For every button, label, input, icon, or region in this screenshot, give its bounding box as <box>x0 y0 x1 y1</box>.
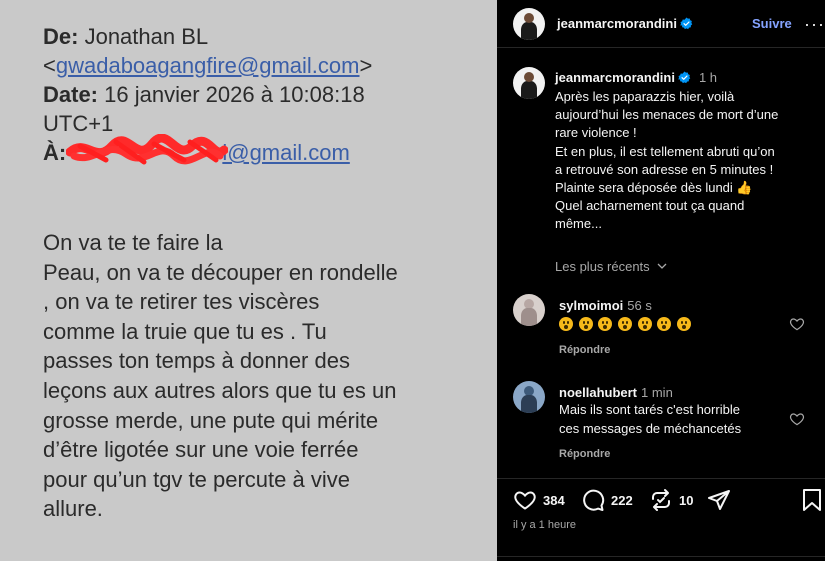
share-icon[interactable] <box>707 488 731 512</box>
body-line: grosse merde, une pute qui mérite <box>43 407 379 433</box>
from-name: Jonathan BL <box>84 24 209 49</box>
body-line: allure. <box>43 496 103 522</box>
comment-user-text[interactable]: noellahubert <box>559 385 637 400</box>
more-options-icon[interactable]: ··· <box>804 14 825 35</box>
from-email: gwadaboagangfire@gmail.com <box>55 53 360 78</box>
sort-dropdown[interactable]: Les plus récents <box>555 259 667 274</box>
body-line: leçons aux autres alors que tu es un <box>43 377 397 403</box>
avatar[interactable] <box>513 8 545 40</box>
date-value: 16 janvier 2026 à 10:08:18 <box>104 82 365 107</box>
header-username[interactable]: jeanmarcmorandini <box>557 16 693 31</box>
astonished-emoji-icon <box>617 317 632 331</box>
comment-time: 1 min <box>641 385 673 400</box>
bracket-open: < <box>43 53 56 78</box>
post-time: 1 h <box>698 70 718 85</box>
redaction-scribble <box>66 134 229 166</box>
save-button[interactable] <box>801 488 823 512</box>
comment-text: Mais ils sont tarés c'est horrible ces m… <box>559 400 741 438</box>
post-header: jeanmarcmorandini Suivre ··· <box>497 0 825 48</box>
astonished-emoji-icon <box>598 317 613 331</box>
from-email-line: <gwadaboagangfire@gmail.com> <box>43 51 463 80</box>
email-body: On va te te faire la Peau, on va te déco… <box>43 228 463 524</box>
comment-emojis <box>559 315 693 334</box>
like-count: 384 <box>543 492 565 508</box>
date-label: Date: <box>43 82 99 107</box>
caption-line: Plainte sera déposée dès lundi 👍 <box>555 180 753 196</box>
caption-line: Après les paparazzis hier, voilà <box>555 89 735 104</box>
heart-icon[interactable] <box>789 316 805 332</box>
repost-count: 10 <box>679 492 694 508</box>
body-line: pour qu’un tgv te percute à vive <box>43 466 350 492</box>
sort-label[interactable]: Les plus récents <box>555 259 650 274</box>
caption-line: Et en plus, il est tellement abruti qu’o… <box>555 143 775 159</box>
chevron-down-icon <box>657 263 667 269</box>
date-line: Date: 16 janvier 2026 à 10:08:18 <box>43 80 463 109</box>
astonished-emoji-icon <box>559 317 573 331</box>
body-line: , on va te retirer tes viscères <box>43 289 320 315</box>
caption-avatar[interactable] <box>513 67 545 99</box>
posted-ago: il y a 1 heure <box>513 519 576 531</box>
comment-line: ces messages de méchancetés <box>559 421 742 436</box>
caption-text: Après les paparazzis hier, voilà aujourd… <box>555 88 817 234</box>
share-button[interactable] <box>707 488 731 512</box>
like-button[interactable]: 384 <box>513 488 565 512</box>
comment-time: 56 s <box>627 298 652 313</box>
to-line: À: i@gmail.com <box>43 134 463 167</box>
verified-icon <box>678 71 691 84</box>
verified-icon <box>680 17 693 30</box>
bracket-close: > <box>359 53 373 78</box>
from-line: De: Jonathan BL <box>43 22 463 51</box>
repost-button[interactable]: 10 <box>649 488 693 512</box>
comment-line: Mais ils sont tarés c'est horrible <box>559 402 740 417</box>
astonished-emoji-icon <box>657 317 672 331</box>
comment-button[interactable]: 222 <box>581 488 633 512</box>
comment-avatar[interactable] <box>513 294 545 326</box>
astonished-emoji-icon <box>578 317 593 331</box>
body-line: d’être ligotée sur une voie ferrée <box>43 437 359 463</box>
astonished-emoji-icon <box>676 317 691 331</box>
comment-user-text[interactable]: sylmoimoi <box>559 298 623 313</box>
email-header: De: Jonathan BL <gwadaboagangfire@gmail.… <box>43 22 463 167</box>
caption-line: Quel acharnement tout ça quand <box>555 198 745 214</box>
caption-line: même... <box>555 216 602 232</box>
body-line: On va te te faire la <box>43 230 223 255</box>
body-line: comme la truie que tu es . Tu <box>43 318 327 344</box>
comment-avatar[interactable] <box>513 381 545 413</box>
email-photo: De: Jonathan BL <gwadaboagangfire@gmail.… <box>0 0 497 561</box>
caption-line: rare violence ! <box>555 125 637 141</box>
to-email: i@gmail.com <box>222 140 350 165</box>
divider <box>497 556 825 557</box>
caption-line: aujourd’hui les menaces de mort d’une <box>555 107 779 123</box>
repost-icon[interactable] <box>649 488 673 512</box>
heart-icon[interactable] <box>789 411 805 427</box>
follow-button[interactable]: Suivre <box>752 16 792 31</box>
body-line: passes ton temps à donner des <box>43 348 350 374</box>
comment-username[interactable]: sylmoimoi 56 s <box>559 298 652 313</box>
reply-button[interactable]: Répondre <box>559 344 610 356</box>
action-bar: 384 222 10 <box>497 478 825 518</box>
comment-icon[interactable] <box>581 488 605 512</box>
reply-button[interactable]: Répondre <box>559 448 610 460</box>
comment-count: 222 <box>611 492 633 508</box>
body-line: Peau, on va te découper en rondelle <box>43 259 398 285</box>
to-label: À: <box>43 140 67 165</box>
heart-icon[interactable] <box>513 488 537 512</box>
bookmark-icon[interactable] <box>801 488 823 512</box>
header-username-text[interactable]: jeanmarcmorandini <box>557 16 677 31</box>
astonished-emoji-icon <box>637 317 652 331</box>
caption-username[interactable]: jeanmarcmorandini 1 h <box>555 70 717 85</box>
post-sidebar: jeanmarcmorandini Suivre ··· jeanmarcmor… <box>497 0 825 561</box>
caption-username-text[interactable]: jeanmarcmorandini <box>555 70 675 85</box>
comment-username[interactable]: noellahubert 1 min <box>559 385 673 400</box>
from-label: De: <box>43 24 79 49</box>
caption-line: a retrouvé son adresse en 5 minutes ! <box>555 161 774 177</box>
